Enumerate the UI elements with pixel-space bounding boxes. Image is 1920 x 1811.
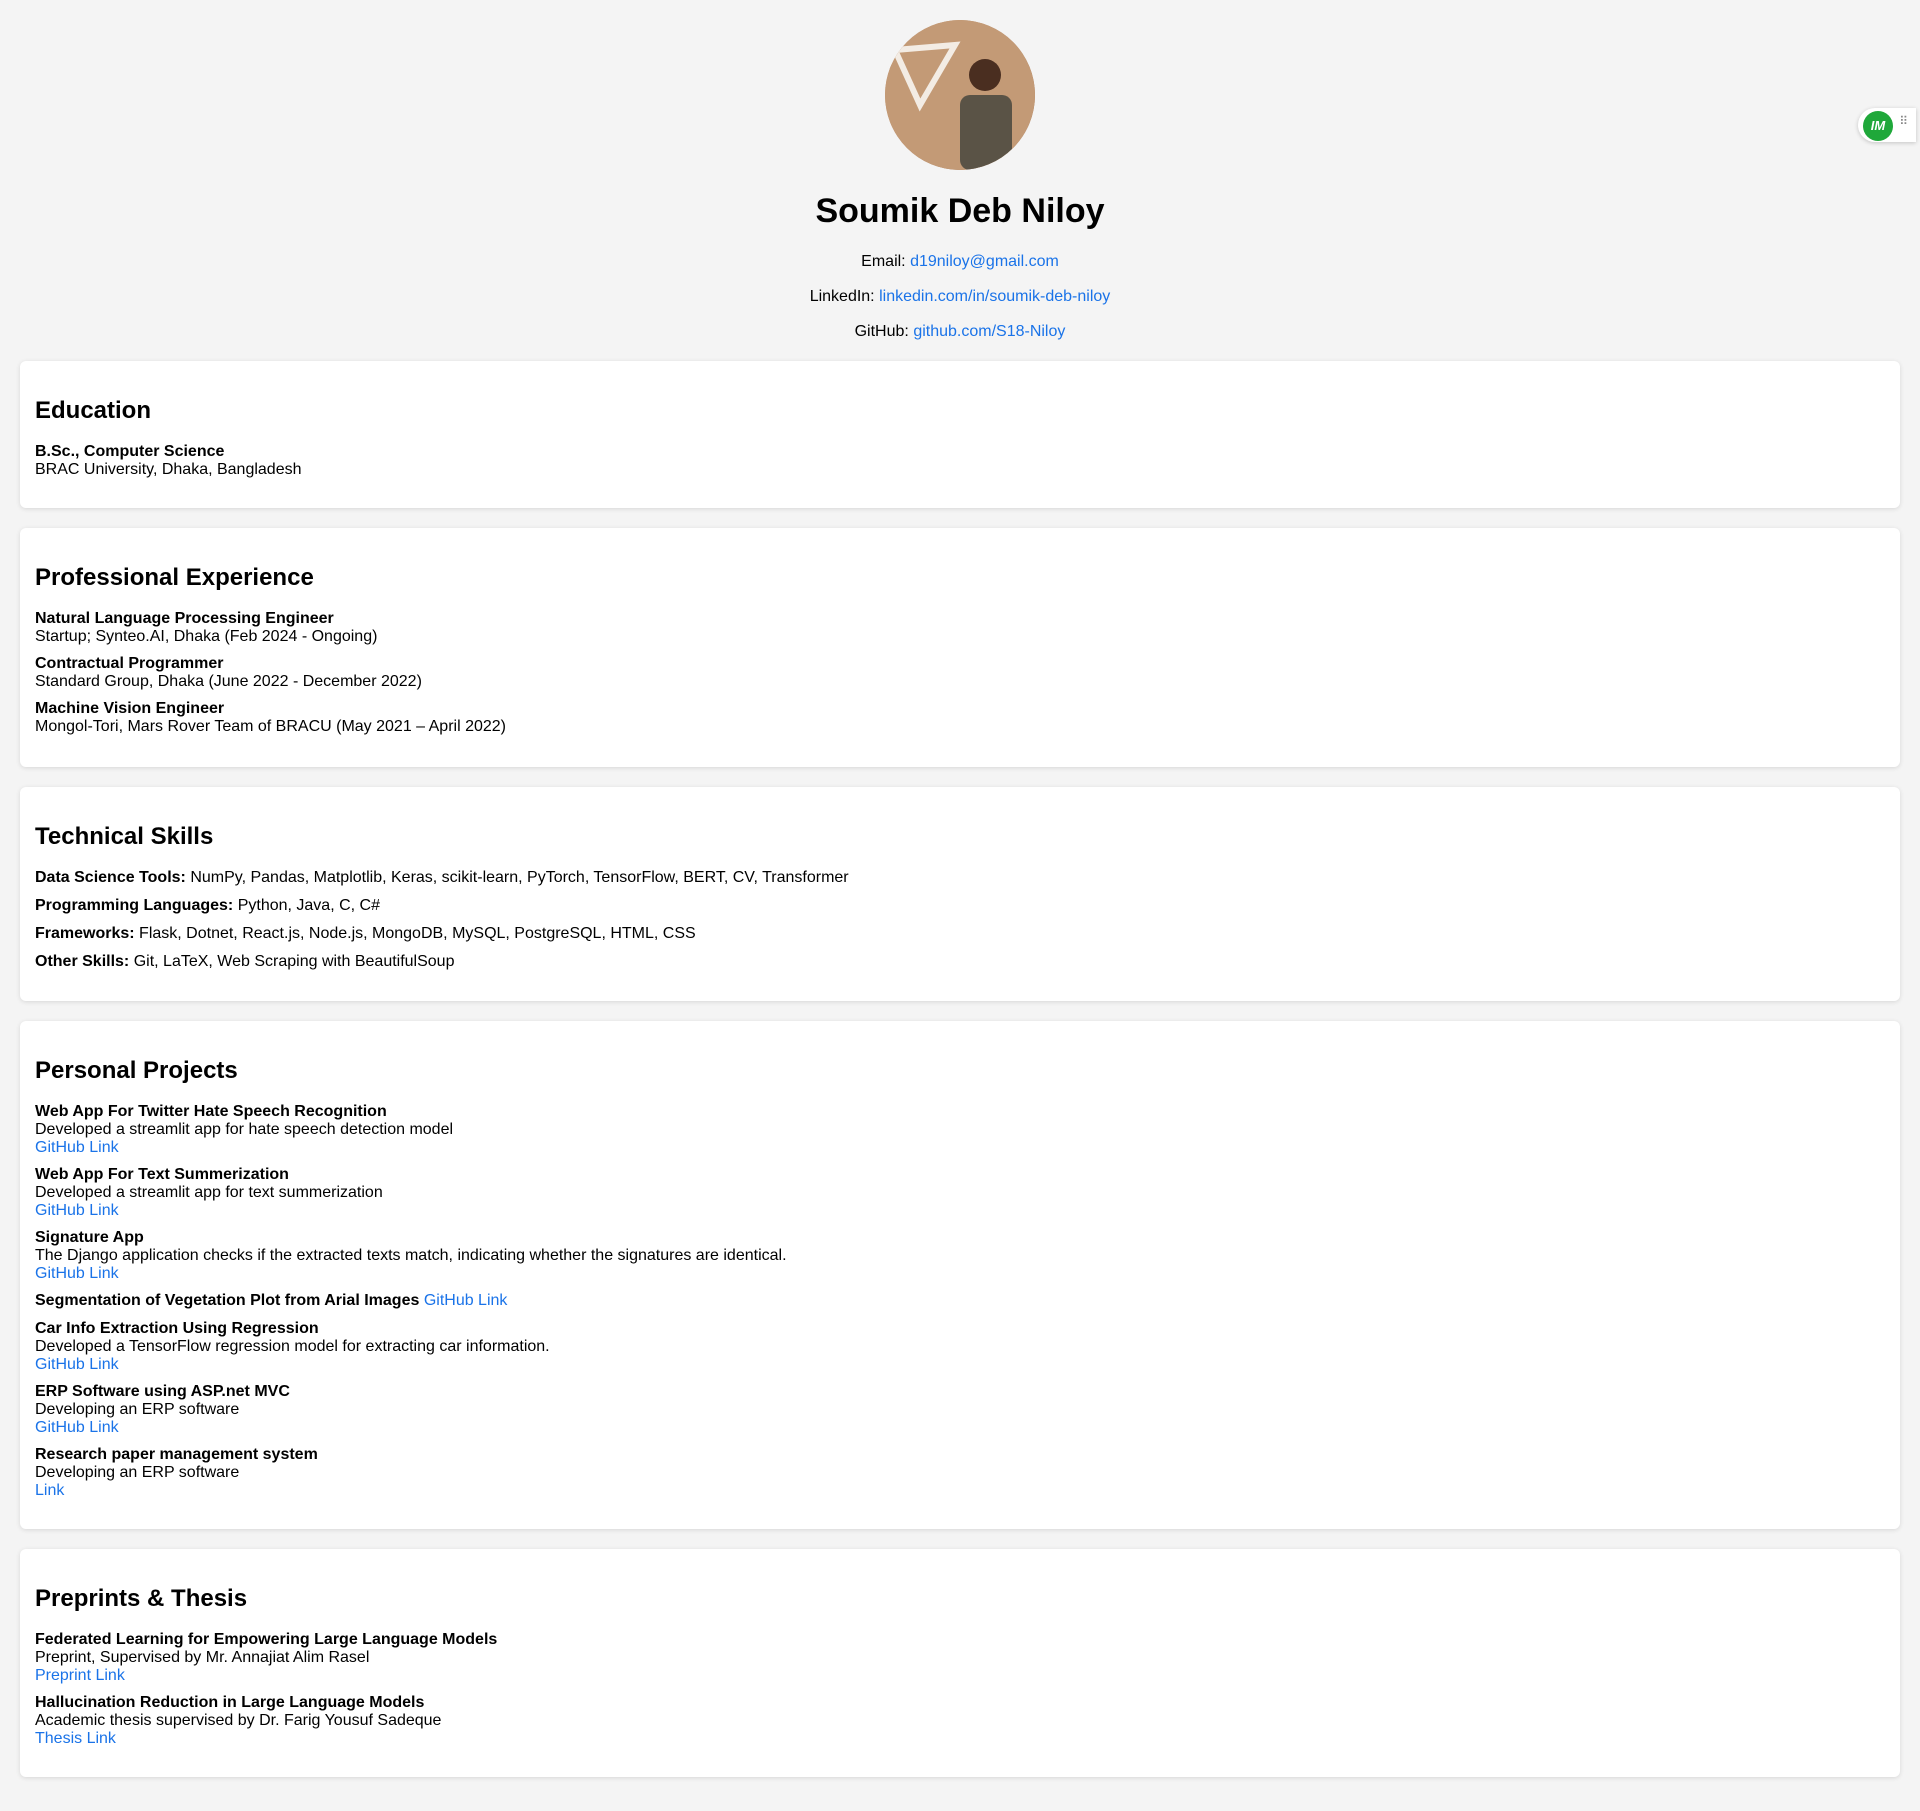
project-title: Signature App xyxy=(35,1229,144,1246)
github-link[interactable]: github.com/S18-Niloy xyxy=(913,323,1065,340)
project-entry: Web App For Twitter Hate Speech Recognit… xyxy=(35,1103,1885,1157)
thesis-link[interactable]: Thesis Link xyxy=(35,1730,116,1747)
section-heading: Personal Projects xyxy=(35,1057,238,1084)
drag-handle-icon[interactable]: ⠿ xyxy=(1899,115,1908,127)
preprint-detail: Preprint, Supervised by Mr. Annajiat Ali… xyxy=(35,1649,370,1666)
projects-section: Personal Projects Web App For Twitter Ha… xyxy=(20,1021,1900,1529)
entry-title: B.Sc., Computer Science xyxy=(35,443,225,460)
section-heading: Technical Skills xyxy=(35,823,214,850)
experience-entry: Contractual Programmer Standard Group, D… xyxy=(35,655,1885,691)
linkedin-label: LinkedIn: xyxy=(809,288,875,305)
linkedin-link[interactable]: linkedin.com/in/soumik-deb-niloy xyxy=(879,288,1110,305)
section-heading: Education xyxy=(35,397,152,424)
project-github-link[interactable]: GitHub Link xyxy=(35,1265,119,1282)
skill-value: Flask, Dotnet, React.js, Node.js, MongoD… xyxy=(139,925,696,942)
skill-label: Frameworks: xyxy=(35,925,135,942)
skill-line: Other Skills: Git, LaTeX, Web Scraping w… xyxy=(35,953,1885,971)
extension-logo-icon[interactable]: IM xyxy=(1863,111,1893,141)
entry-detail: Mongol-Tori, Mars Rover Team of BRACU (M… xyxy=(35,718,506,735)
email-link[interactable]: d19niloy@gmail.com xyxy=(910,253,1059,270)
skills-section: Technical Skills Data Science Tools: Num… xyxy=(20,787,1900,1001)
project-entry: Web App For Text Summerization Developed… xyxy=(35,1166,1885,1220)
github-label: GitHub: xyxy=(854,323,909,340)
project-github-link[interactable]: GitHub Link xyxy=(35,1139,119,1156)
project-detail: Developing an ERP software xyxy=(35,1401,240,1418)
education-section: Education B.Sc., Computer Science BRAC U… xyxy=(20,361,1900,508)
entry-detail: BRAC University, Dhaka, Bangladesh xyxy=(35,461,302,478)
entry-detail: Startup; Synteo.AI, Dhaka (Feb 2024 - On… xyxy=(35,628,378,645)
project-github-link[interactable]: GitHub Link xyxy=(35,1419,119,1436)
project-title: Web App For Text Summerization xyxy=(35,1166,289,1183)
skill-line: Frameworks: Flask, Dotnet, React.js, Nod… xyxy=(35,925,1885,943)
entry-detail: Standard Group, Dhaka (June 2022 - Decem… xyxy=(35,673,422,690)
project-detail: The Django application checks if the ext… xyxy=(35,1247,787,1264)
preprint-title: Federated Learning for Empowering Large … xyxy=(35,1631,498,1648)
section-heading: Preprints & Thesis xyxy=(35,1585,248,1612)
entry-title: Contractual Programmer xyxy=(35,655,224,672)
project-detail: Developed a streamlit app for text summe… xyxy=(35,1184,383,1201)
project-title: Web App For Twitter Hate Speech Recognit… xyxy=(35,1103,387,1120)
section-heading: Professional Experience xyxy=(35,564,314,591)
education-entry: B.Sc., Computer Science BRAC University,… xyxy=(35,443,1885,479)
project-detail: Developed a streamlit app for hate speec… xyxy=(35,1121,454,1138)
project-entry: Research paper management system Develop… xyxy=(35,1446,1885,1500)
project-entry: Car Info Extraction Using Regression Dev… xyxy=(35,1320,1885,1374)
project-title: Research paper management system xyxy=(35,1446,318,1463)
project-detail: Developed a TensorFlow regression model … xyxy=(35,1338,550,1355)
project-github-link[interactable]: GitHub Link xyxy=(35,1202,119,1219)
project-github-link[interactable]: GitHub Link xyxy=(424,1292,508,1309)
project-title: Segmentation of Vegetation Plot from Ari… xyxy=(35,1292,420,1309)
entry-title: Machine Vision Engineer xyxy=(35,700,225,717)
thesis-entry: Hallucination Reduction in Large Languag… xyxy=(35,1694,1885,1748)
skill-label: Data Science Tools: xyxy=(35,869,186,886)
thesis-detail: Academic thesis supervised by Dr. Farig … xyxy=(35,1712,442,1729)
project-title: ERP Software using ASP.net MVC xyxy=(35,1383,290,1400)
linkedin-row: LinkedIn: linkedin.com/in/soumik-deb-nil… xyxy=(0,288,1920,306)
skill-label: Programming Languages: xyxy=(35,897,234,914)
avatar-photo xyxy=(885,20,1035,170)
preprint-link[interactable]: Preprint Link xyxy=(35,1667,125,1684)
entry-title: Natural Language Processing Engineer xyxy=(35,610,334,627)
preprint-entry: Federated Learning for Empowering Large … xyxy=(35,1631,1885,1685)
project-link[interactable]: Link xyxy=(35,1482,64,1499)
skill-value: Python, Java, C, C# xyxy=(237,897,380,914)
skill-line: Data Science Tools: NumPy, Pandas, Matpl… xyxy=(35,869,1885,887)
thesis-title: Hallucination Reduction in Large Languag… xyxy=(35,1694,425,1711)
email-label: Email: xyxy=(861,253,906,270)
project-entry: Signature App The Django application che… xyxy=(35,1229,1885,1283)
project-entry: Segmentation of Vegetation Plot from Ari… xyxy=(35,1292,1885,1310)
skill-value: NumPy, Pandas, Matplotlib, Keras, scikit… xyxy=(190,869,849,886)
skill-label: Other Skills: xyxy=(35,953,130,970)
github-row: GitHub: github.com/S18-Niloy xyxy=(0,323,1920,341)
profile-header: Soumik Deb Niloy Email: d19niloy@gmail.c… xyxy=(0,0,1920,341)
project-detail: Developing an ERP software xyxy=(35,1464,240,1481)
experience-entry: Machine Vision Engineer Mongol-Tori, Mar… xyxy=(35,700,1885,736)
experience-section: Professional Experience Natural Language… xyxy=(20,528,1900,767)
skill-line: Programming Languages: Python, Java, C, … xyxy=(35,897,1885,915)
project-entry: ERP Software using ASP.net MVC Developin… xyxy=(35,1383,1885,1437)
profile-avatar xyxy=(885,20,1035,170)
email-row: Email: d19niloy@gmail.com xyxy=(0,253,1920,271)
skill-value: Git, LaTeX, Web Scraping with BeautifulS… xyxy=(133,953,455,970)
experience-entry: Natural Language Processing Engineer Sta… xyxy=(35,610,1885,646)
profile-name: Soumik Deb Niloy xyxy=(815,192,1105,230)
extension-widget[interactable]: IM ⠿ xyxy=(1858,108,1916,142)
project-title: Car Info Extraction Using Regression xyxy=(35,1320,319,1337)
project-github-link[interactable]: GitHub Link xyxy=(35,1356,119,1373)
preprints-section: Preprints & Thesis Federated Learning fo… xyxy=(20,1549,1900,1777)
